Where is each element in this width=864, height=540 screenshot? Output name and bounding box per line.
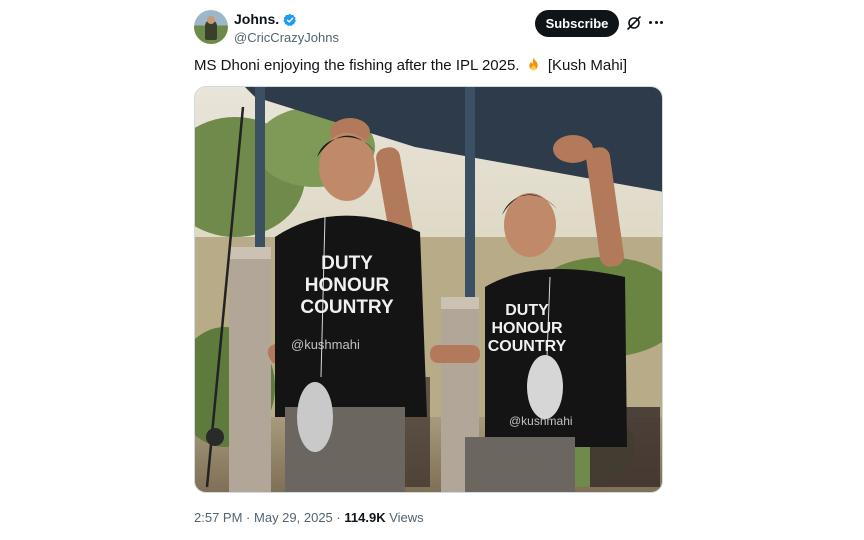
tweet-time[interactable]: 2:57 PM: [194, 510, 242, 525]
tweet-text-main: MS Dhoni enjoying the fishing after the …: [194, 57, 520, 74]
tweet-text: MS Dhoni enjoying the fishing after the …: [194, 56, 627, 76]
tweet-text-credit: [Kush Mahi]: [547, 57, 628, 74]
avatar[interactable]: [194, 10, 228, 44]
shirt-line-2: HONOUR: [305, 275, 390, 296]
shirt-line-3: COUNTRY: [300, 297, 394, 318]
tweet-meta: 2:57 PM · May 29, 2025 · 114.9K Views: [194, 510, 424, 525]
author-handle[interactable]: @CricCrazyJohns: [234, 30, 339, 46]
shirt-line-2b: HONOUR: [491, 320, 563, 337]
shirt-line-3b: COUNTRY: [488, 338, 567, 355]
watermark-1: @kushmahi: [291, 337, 360, 352]
views-count: 114.9K: [344, 510, 386, 525]
meta-separator: ·: [336, 510, 341, 525]
subscribe-button[interactable]: Subscribe: [535, 10, 619, 37]
verified-badge-icon: [283, 13, 297, 26]
user-info[interactable]: Johns. @CricCrazyJohns: [234, 11, 339, 46]
views-label: Views: [389, 510, 424, 525]
fire-emoji-icon: [528, 57, 538, 71]
meta-separator: ·: [246, 510, 251, 525]
watermark-2: @kushmahi: [509, 414, 573, 428]
shirt-line-1b: DUTY: [505, 302, 549, 319]
more-options-icon[interactable]: [648, 14, 664, 30]
grok-icon[interactable]: [626, 15, 642, 31]
media-photo: DUTY HONOUR COUNTRY @kushmahi DUTY HONOU…: [195, 87, 662, 492]
tweet-media[interactable]: DUTY HONOUR COUNTRY @kushmahi DUTY HONOU…: [194, 86, 663, 493]
shirt-line-1: DUTY: [321, 253, 373, 274]
tweet-date[interactable]: May 29, 2025: [254, 510, 333, 525]
author-name[interactable]: Johns.: [234, 11, 279, 28]
